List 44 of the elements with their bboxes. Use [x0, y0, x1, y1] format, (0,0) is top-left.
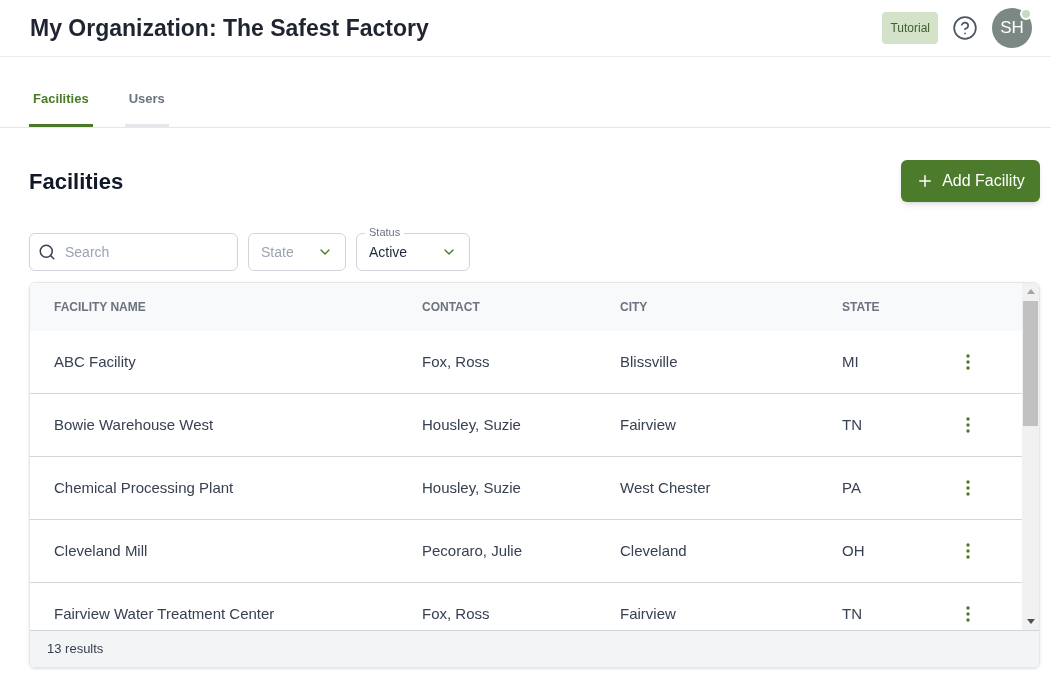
- state-select[interactable]: State: [248, 233, 346, 271]
- table-cell-text: Housley, Suzie: [422, 477, 521, 498]
- tab[interactable]: Facilities: [29, 91, 93, 127]
- table-cell-text: West Chester: [620, 477, 711, 498]
- table-cell-text: Fairview: [620, 414, 676, 435]
- page-title: Facilities: [29, 167, 124, 196]
- table-cell-text: Bowie Warehouse West: [54, 414, 214, 435]
- table-cell-text: Fox, Ross: [422, 351, 490, 372]
- help-icon[interactable]: [952, 15, 978, 41]
- more-vertical-icon: [966, 417, 970, 433]
- table-cell-text: Fairview Water Treatment Center: [54, 603, 275, 624]
- table-cell-text: TN: [842, 414, 862, 435]
- table-cell-text: Fox, Ross: [422, 603, 490, 624]
- more-vertical-icon: [966, 480, 970, 496]
- more-vertical-icon: [966, 354, 970, 370]
- table-cell-text: Chemical Processing Plant: [54, 477, 234, 498]
- table-cell-text: Fairview: [620, 603, 676, 624]
- add-facility-button[interactable]: Add Facility: [901, 160, 1040, 202]
- table-cell-text: ABC Facility: [54, 351, 136, 372]
- column-header: CONTACT: [422, 299, 480, 316]
- status-label: Status: [365, 225, 405, 239]
- table-cell-text: Blissville: [620, 351, 678, 372]
- scroll-thumb[interactable]: [1023, 301, 1038, 426]
- column-header: CITY: [620, 299, 648, 316]
- search-field[interactable]: Search: [29, 233, 238, 271]
- column-header: FACILITY NAME: [54, 299, 146, 316]
- more-vertical-icon: [966, 543, 970, 559]
- table-cell-text: Cleveland: [620, 540, 687, 561]
- table-cell-text: Pecoraro, Julie: [422, 540, 523, 561]
- tab[interactable]: Users: [124, 91, 169, 127]
- table-cell-text: Cleveland Mill: [54, 540, 148, 561]
- more-vertical-icon: [966, 606, 970, 622]
- table-cell-text: Housley, Suzie: [422, 414, 521, 435]
- table-cell-text: TN: [842, 603, 862, 624]
- table-cell-text: MI: [842, 351, 859, 372]
- column-header: STATE: [842, 299, 880, 316]
- user-avatar-button[interactable]: SH: [992, 8, 1032, 48]
- table-cell-text: PA: [842, 477, 861, 498]
- table-cell-text: OH: [842, 540, 865, 561]
- organization-title: My Organization: The Safest Factory: [30, 13, 429, 43]
- results-count: 13 results: [47, 640, 104, 659]
- tutorial-button[interactable]: Tutorial: [882, 12, 938, 44]
- scroll-down-arrow-icon[interactable]: [1026, 619, 1035, 624]
- search-icon: [38, 243, 56, 261]
